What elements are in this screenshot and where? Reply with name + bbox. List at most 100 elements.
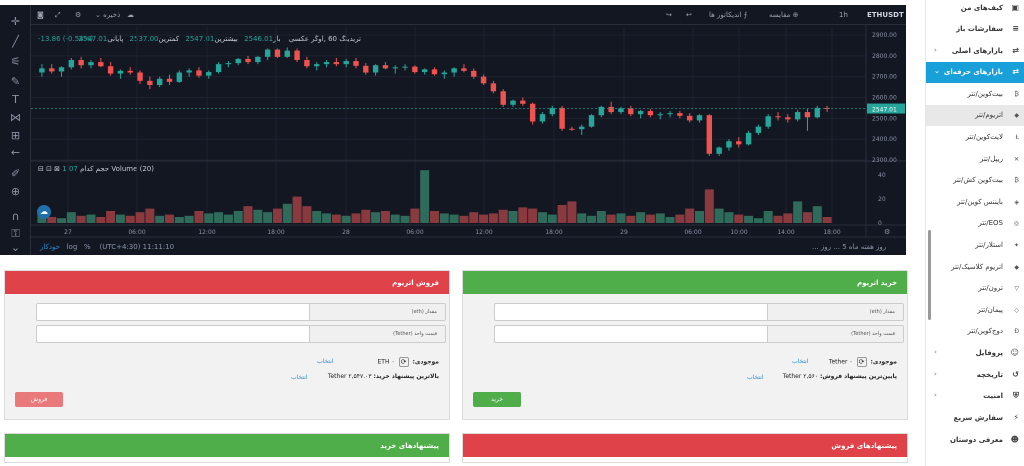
bitcoin-cash-icon: ₿ [1014, 177, 1019, 184]
sidebar-item-12[interactable]: ◆ اتریوم کلاسیک/تتر [926, 257, 1024, 278]
sell-offers-panel: پیشنهادهای فروش [462, 433, 908, 463]
sell-panel-title: فروش اتریوم [5, 271, 449, 294]
sidebar-item-4[interactable]: ₿ بیت‌کوین/تتر [926, 84, 1024, 105]
sidebar-item-13[interactable]: ▽ ترون/تتر [926, 278, 1024, 299]
candle-body [421, 69, 428, 73]
chevron-down-icon: ⌄ [934, 67, 940, 75]
percent-scale-button[interactable]: % [84, 243, 91, 251]
sidebar-item-7[interactable]: ✕ ریپل/تتر [926, 149, 1024, 170]
chart-canvas[interactable]: 2547.01 2900.00 2800.00 2700.00 2600.00 2500.… [0, 5, 906, 255]
volume-bar [351, 213, 361, 223]
auto-scale-button[interactable]: خودکار [40, 243, 60, 251]
sidebar-item-18[interactable]: ⛨ امنیت ‹ [926, 386, 1024, 407]
volume-bar [469, 212, 479, 223]
sidebar-item-3[interactable]: ⇄ بازارهای حرفه‌ای ⌄ [926, 62, 1024, 83]
sell-amount-input[interactable]: مقدار (eth) [36, 303, 446, 321]
sidebar-item-19[interactable]: ⚡ سفارش سریع [926, 408, 1024, 429]
volume-bar [439, 213, 449, 223]
sidebar-item-17[interactable]: ↺ تاریخچه ‹ [926, 365, 1024, 386]
volume-bar [96, 217, 106, 223]
time-tick-label: 12:00 [475, 229, 492, 236]
candle-body [137, 72, 143, 81]
time-tick-label: 10:00 [730, 229, 747, 236]
volume-bar [430, 211, 439, 223]
candle-body [706, 115, 713, 154]
sidebar-item-11[interactable]: ✦ استلار/تتر [926, 235, 1024, 256]
buy-select-balance-link[interactable]: انتخاب [792, 358, 809, 365]
volume-bar [125, 215, 135, 223]
candle-body [304, 60, 310, 67]
sidebar-item-8[interactable]: ₿ بیت‌کوین کش/تتر [926, 170, 1024, 191]
time-tick-label: 12:00 [198, 229, 215, 236]
sidebar-item-20[interactable]: ☻ معرفی دوستان [926, 430, 1024, 451]
range-5[interactable]: 5 ... [833, 243, 846, 251]
dogecoin-icon: Ð [1014, 328, 1019, 335]
ripple-icon: ✕ [1013, 156, 1019, 163]
buy-price-input[interactable]: قیمت واحد (Tether) [494, 325, 904, 343]
sidebar-item-14[interactable]: ◇ پیمان/تتر [926, 300, 1024, 321]
range-month[interactable]: ماه [849, 243, 859, 251]
volume-bar [616, 213, 626, 223]
sell-best-offer-row: بالاترین پیشنهاد خرید: Tether ۲,۵۴۷.۰۳ [328, 373, 439, 380]
sidebar-item-5[interactable]: ◆ اتریوم/تتر [926, 105, 1024, 126]
candle-body [206, 72, 212, 76]
volume-bar [822, 217, 832, 223]
price-tick-label: 2500.00 [872, 115, 897, 122]
sell-select-balance-link[interactable]: انتخاب [317, 358, 334, 365]
sidebar-item-label: ترون/تتر [978, 284, 1003, 292]
sidebar-item-10[interactable]: ◎ EOS/تتر [926, 213, 1024, 234]
candle-body [765, 116, 771, 127]
trading-chart[interactable]: ✛ ╱ ⚟ ✎ T ⋈ ⊞ ← ✐ ⊕ ∩ ⚿ ⌄ ◙ ⤢ ⚙ ⌄ ذخیره … [0, 5, 906, 255]
refresh-icon[interactable]: ⟳ [398, 357, 409, 367]
candle-body [333, 62, 340, 65]
candle-body [363, 65, 369, 73]
candle-body [471, 70, 477, 77]
sell-select-offer-link[interactable]: انتخاب [291, 374, 308, 381]
volume-bar [577, 213, 587, 223]
refresh-icon[interactable]: ⟳ [856, 357, 867, 367]
range-day[interactable]: روز [876, 243, 886, 251]
candle-body [696, 115, 703, 121]
buy-select-offer-link[interactable]: انتخاب [747, 374, 764, 381]
candle-body [814, 107, 820, 118]
tron-icon: ▽ [1014, 285, 1019, 292]
sidebar-item-1[interactable]: ≡ سفارشات باز [926, 19, 1024, 40]
sidebar-item-16[interactable]: ☺ پروفایل ‹ [926, 343, 1024, 364]
candle-body [225, 63, 232, 65]
binance-icon: ◈ [1014, 199, 1019, 206]
time-tick-label: 27 [64, 229, 72, 236]
candle-body [98, 62, 104, 67]
range-bar: روز هفته ماه 5 ... روز ... [812, 243, 886, 251]
volume-bar [449, 214, 459, 223]
range-week[interactable]: هفته [861, 243, 874, 251]
volume-bar [802, 212, 812, 223]
volume-bar [498, 209, 508, 223]
candle-body [579, 126, 585, 130]
buy-amount-input[interactable]: مقدار (eth) [494, 303, 904, 321]
range-more[interactable]: روز ... [812, 243, 831, 251]
sidebar-item-9[interactable]: ◈ بایننس کوین/تتر [926, 192, 1024, 213]
buy-button[interactable]: خرید [473, 392, 521, 407]
candle-body [716, 147, 722, 154]
candle-body [745, 132, 752, 145]
sidebar-scrollbar[interactable] [928, 230, 931, 320]
candle-body [412, 66, 418, 73]
candle-body [588, 115, 595, 127]
sidebar-item-6[interactable]: Ł لایت‌کوین/تتر [926, 127, 1024, 148]
sell-button[interactable]: فروش [15, 392, 63, 407]
sidebar-item-0[interactable]: ▣ کیف‌های من [926, 0, 1024, 19]
candle-body [245, 58, 251, 63]
log-scale-button[interactable]: log [67, 243, 78, 251]
candle-body [88, 62, 94, 66]
logo-icon: ☁ [37, 205, 51, 219]
sidebar-item-15[interactable]: Ð دوج‌کوین/تتر [926, 321, 1024, 342]
sell-price-label: قیمت واحد (Tether) [309, 326, 445, 342]
volume-bar [86, 214, 96, 223]
sidebar-item-2[interactable]: ⇄ بازارهای اصلی ‹ [926, 41, 1024, 62]
buy-offers-title: پیشنهادهای خرید [5, 434, 449, 457]
volume-bar [194, 211, 204, 223]
sell-price-input[interactable]: قیمت واحد (Tether) [36, 325, 446, 343]
time-tick-label: 18:00 [545, 229, 562, 236]
volume-bar [655, 213, 665, 223]
bolt-icon: ⚡ [1013, 413, 1019, 422]
